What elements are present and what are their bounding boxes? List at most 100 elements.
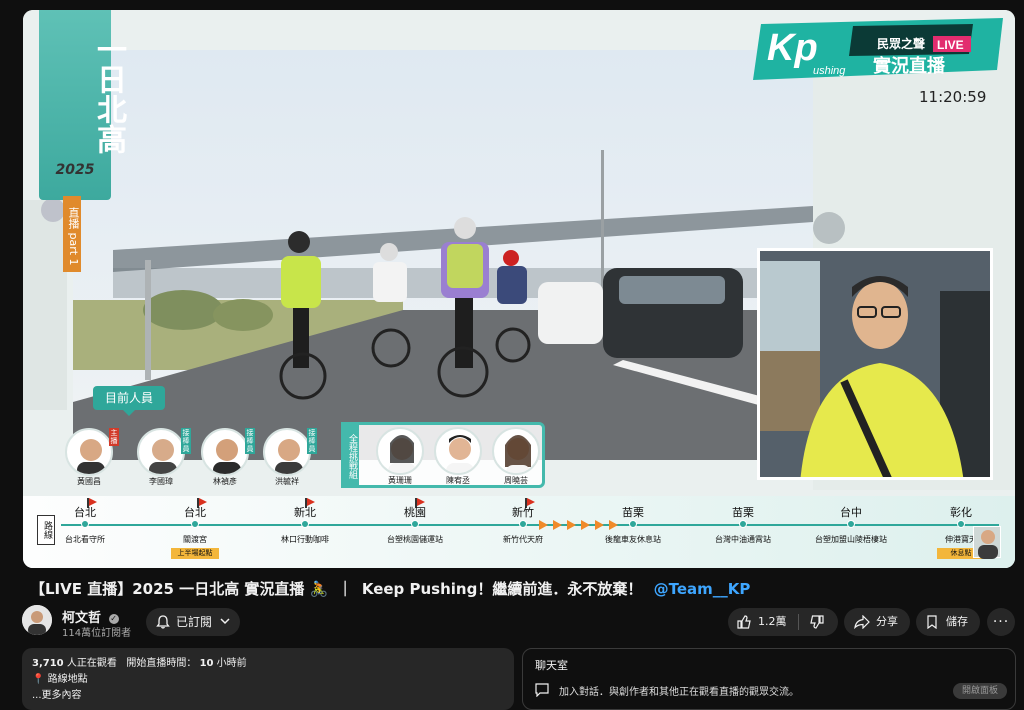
open-panel-button[interactable]: 開啟面板 bbox=[953, 683, 1007, 699]
stop-point: 台塑桃園儲運站 bbox=[387, 535, 443, 544]
event-year: 2025 bbox=[55, 162, 95, 178]
pin-icon: 📍 bbox=[32, 674, 45, 685]
stop-dot bbox=[81, 520, 89, 528]
like-button[interactable]: 1.2萬 bbox=[728, 608, 796, 636]
personnel-card: 主播 黃國昌 bbox=[63, 428, 119, 490]
thumbs-up-icon bbox=[737, 615, 751, 629]
subscribed-button[interactable]: 已訂閱 bbox=[146, 608, 240, 636]
stop-dot bbox=[847, 520, 855, 528]
role-badge: 接棒員 bbox=[245, 428, 255, 454]
description-stats: 3,710 人正在觀看 開始直播時間： 10 小時前 bbox=[32, 656, 504, 672]
avatar bbox=[376, 427, 424, 475]
avatar bbox=[434, 427, 482, 475]
chevron-down-icon bbox=[220, 618, 230, 625]
title-separator: ｜ bbox=[337, 580, 353, 598]
started-unit: 小時前 bbox=[216, 658, 247, 669]
chat-panel: 聊天室 加入對話．與創作者和其他正在觀看直播的觀眾交流。 開啟面板 bbox=[522, 648, 1016, 710]
kp-logo-banner: Kp ushing 民眾之聲 LIVE 實況直播 bbox=[753, 18, 1003, 80]
chat-prompt: 加入對話．與創作者和其他正在觀看直播的觀眾交流。 bbox=[559, 687, 799, 698]
thumbs-down-icon bbox=[810, 615, 824, 629]
started-label: 開始直播時間： bbox=[126, 658, 197, 669]
current-personnel-label: 目前人員 bbox=[93, 386, 165, 416]
brand-slogan: 民眾之聲 bbox=[877, 36, 925, 51]
subscriber-count: 114萬位訂閱者 bbox=[62, 628, 132, 639]
bookmark-icon bbox=[927, 615, 937, 629]
personnel-card: 接棒員 洪毓祥 bbox=[261, 428, 317, 490]
rider-avatar bbox=[973, 526, 1001, 559]
stop-point: 關渡宮 bbox=[183, 535, 207, 544]
stop-point: 新竹代天府 bbox=[503, 535, 543, 544]
stop-city: 苗栗 bbox=[622, 506, 644, 519]
stop-city: 桃園 bbox=[404, 506, 426, 519]
stop-dot bbox=[957, 520, 965, 528]
like-dislike-group: 1.2萬 bbox=[728, 608, 838, 636]
avatar bbox=[137, 428, 185, 476]
chat-bubble-icon bbox=[535, 683, 549, 697]
stop-point: 後龍車友休息站 bbox=[605, 535, 661, 544]
stop-point: 台灣中油通霄站 bbox=[715, 535, 771, 544]
stop-tag: 上半場起點 bbox=[171, 548, 219, 559]
show-name: 實況直播 bbox=[873, 55, 946, 77]
personnel-name: 洪毓祥 bbox=[275, 477, 299, 486]
overlay-clock: 11:20:59 bbox=[919, 88, 987, 106]
save-label: 儲存 bbox=[946, 615, 968, 628]
watching-count: 3,710 bbox=[32, 658, 64, 669]
stop-city: 新北 bbox=[294, 506, 316, 519]
route-line bbox=[61, 524, 999, 526]
avatar bbox=[65, 428, 113, 476]
share-icon bbox=[854, 615, 870, 629]
verified-check-icon: ✓ bbox=[108, 614, 119, 624]
personnel-card: 接棒員 林禎彥 bbox=[199, 428, 255, 490]
challenge-group-label: 全程挑戰組 bbox=[341, 422, 359, 488]
chat-title: 聊天室 bbox=[535, 659, 568, 672]
challenger-name: 周曉芸 bbox=[504, 476, 528, 485]
location-line: 📍 路線地點 bbox=[32, 672, 504, 688]
stop-point: 台塑加盟山陵梧棲站 bbox=[815, 535, 887, 544]
stop-city: 新竹 bbox=[512, 506, 534, 519]
channel-avatar[interactable] bbox=[22, 605, 52, 635]
title-prefix: 【LIVE 直播】2025 一日北高 實況直播 bbox=[30, 580, 305, 598]
stop-city: 台北 bbox=[74, 506, 96, 519]
challenger-name: 陳宥丞 bbox=[446, 476, 470, 485]
stop-dot bbox=[191, 520, 199, 528]
avatar bbox=[263, 428, 311, 476]
personnel-name: 黃國昌 bbox=[77, 477, 101, 486]
started-value: 10 bbox=[199, 658, 214, 669]
divider bbox=[798, 614, 799, 630]
stop-city: 台中 bbox=[840, 506, 862, 519]
personnel-name: 林禎彥 bbox=[213, 477, 237, 486]
stop-city: 彰化 bbox=[950, 506, 972, 519]
title-suffix: Keep Pushing！繼續前進．永不放棄！ bbox=[361, 580, 643, 598]
live-badge: LIVE bbox=[937, 38, 964, 52]
role-badge: 接棒員 bbox=[307, 428, 317, 454]
brand-sub: ushing bbox=[813, 65, 846, 77]
dislike-button[interactable] bbox=[800, 608, 838, 636]
more-actions-button[interactable]: ··· bbox=[987, 608, 1015, 636]
location-label: 路線地點 bbox=[47, 674, 88, 685]
stop-city: 台北 bbox=[184, 506, 206, 519]
video-player[interactable]: 一日北高 2025 直播 part 1 Kp ushing 民眾之聲 LIVE … bbox=[23, 10, 1015, 568]
challenger-card: 周曉芸 bbox=[490, 427, 542, 489]
role-badge: 主播 bbox=[109, 428, 119, 446]
pip-driver-scene bbox=[760, 251, 990, 477]
more-horizontal-icon: ··· bbox=[992, 614, 1010, 630]
role-badge: 接棒員 bbox=[181, 428, 191, 454]
picture-in-picture bbox=[757, 248, 993, 480]
challenger-card: 陳宥丞 bbox=[432, 427, 484, 489]
description-box[interactable]: 3,710 人正在觀看 開始直播時間： 10 小時前 📍 路線地點 ...更多內… bbox=[22, 648, 514, 710]
personnel-name: 李國璋 bbox=[149, 477, 173, 486]
challenger-name: 黃珊珊 bbox=[388, 476, 412, 485]
channel-handle-link[interactable]: @Team__KP bbox=[654, 580, 751, 598]
event-title: 一日北高 bbox=[91, 34, 126, 154]
share-button[interactable]: 分享 bbox=[844, 608, 910, 636]
stop-dot bbox=[301, 520, 309, 528]
stop-dot bbox=[411, 520, 419, 528]
challenger-card: 黃珊珊 bbox=[374, 427, 426, 489]
brand-logo: Kp bbox=[767, 27, 818, 69]
save-button[interactable]: 儲存 bbox=[916, 608, 980, 636]
stop-dot bbox=[629, 520, 637, 528]
stop-point: 林口行動咖啡 bbox=[281, 535, 329, 544]
avatar bbox=[201, 428, 249, 476]
progress-arrows-icon bbox=[539, 520, 618, 530]
more-link[interactable]: ...更多內容 bbox=[32, 688, 504, 704]
